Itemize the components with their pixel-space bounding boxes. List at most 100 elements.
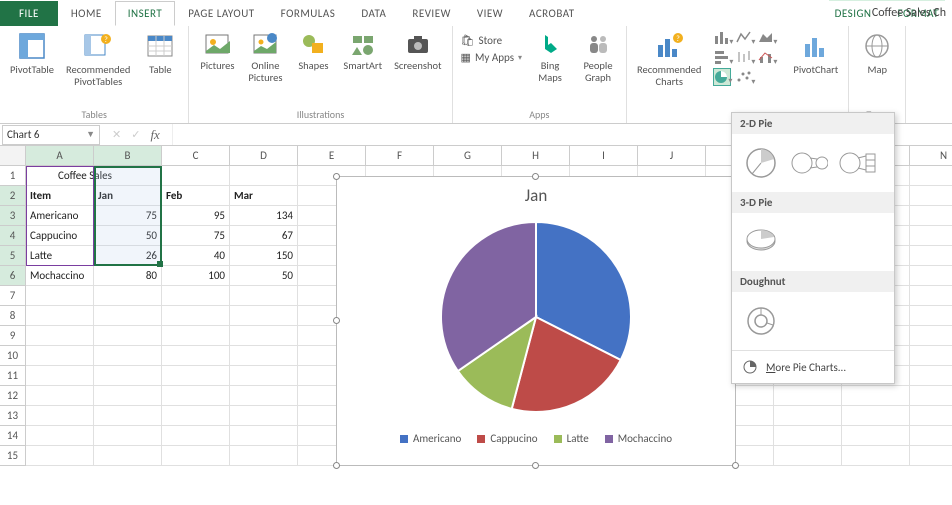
tab-insert[interactable]: INSERT xyxy=(115,1,176,26)
col-header[interactable]: D xyxy=(230,146,298,166)
chevron-down-icon[interactable]: ▼ xyxy=(86,129,95,140)
svg-text:?: ? xyxy=(676,34,680,44)
cell[interactable]: 95 xyxy=(162,206,230,226)
tab-formulas[interactable]: FORMULAS xyxy=(268,1,349,26)
row-header[interactable]: 6 xyxy=(0,266,26,286)
column-chart-button[interactable]: ▾ xyxy=(713,28,731,46)
row-header[interactable]: 8 xyxy=(0,306,26,326)
myapps-button[interactable]: ▦My Apps▾ xyxy=(461,51,522,64)
map-button[interactable]: Map xyxy=(855,28,899,78)
cell[interactable]: 50 xyxy=(94,226,162,246)
row-header[interactable]: 7 xyxy=(0,286,26,306)
chart-title[interactable]: Jan xyxy=(337,177,735,208)
screenshot-button[interactable]: Screenshot xyxy=(390,28,445,74)
col-header[interactable]: J xyxy=(638,146,706,166)
col-header[interactable]: N xyxy=(910,146,952,166)
enter-formula-icon[interactable]: ✓ xyxy=(131,128,140,141)
row-header[interactable]: 14 xyxy=(0,426,26,446)
cell[interactable]: 80 xyxy=(94,266,162,286)
table-button[interactable]: Table xyxy=(138,28,182,78)
doughnut-option[interactable] xyxy=(742,302,780,340)
tab-review[interactable]: REVIEW xyxy=(399,1,464,26)
cell[interactable] xyxy=(230,166,298,186)
cell[interactable]: Mochaccino xyxy=(26,266,94,286)
chart-object[interactable]: Jan Americano Cappucino Latte Mochaccino xyxy=(336,176,736,466)
pivottable-button[interactable]: PivotTable xyxy=(6,28,58,78)
pie-chart-button[interactable]: ▾ xyxy=(713,68,731,86)
cell[interactable]: Item xyxy=(26,186,94,206)
pie-3d-option[interactable] xyxy=(742,223,780,261)
col-header[interactable]: G xyxy=(434,146,502,166)
row-header[interactable]: 10 xyxy=(0,346,26,366)
cell[interactable]: 67 xyxy=(230,226,298,246)
cell[interactable]: 75 xyxy=(94,206,162,226)
cell[interactable]: 26 xyxy=(94,246,162,266)
col-header[interactable]: E xyxy=(298,146,366,166)
row-header[interactable]: 1 xyxy=(0,166,26,186)
cell[interactable]: 40 xyxy=(162,246,230,266)
recommended-pivot-button[interactable]: ? Recommended PivotTables xyxy=(62,28,134,89)
cell[interactable]: 134 xyxy=(230,206,298,226)
ribbon: PivotTable ? Recommended PivotTables Tab… xyxy=(0,26,952,124)
col-header[interactable]: F xyxy=(366,146,434,166)
row-header[interactable]: 2 xyxy=(0,186,26,206)
store-button[interactable]: 🛍Store xyxy=(461,34,522,47)
cell[interactable]: 100 xyxy=(162,266,230,286)
row-header[interactable]: 15 xyxy=(0,446,26,466)
cancel-formula-icon[interactable]: ✕ xyxy=(112,128,121,141)
cell[interactable]: 50 xyxy=(230,266,298,286)
row-header[interactable]: 11 xyxy=(0,366,26,386)
more-pie-charts[interactable]: More Pie Charts... xyxy=(732,350,894,383)
col-header[interactable]: H xyxy=(502,146,570,166)
cell[interactable]: Coffee Sales xyxy=(94,166,162,186)
people-graph-button[interactable]: People Graph xyxy=(576,28,620,85)
bar-of-pie-option[interactable] xyxy=(838,144,876,182)
cell[interactable]: Jan xyxy=(94,186,162,206)
col-header[interactable]: A xyxy=(26,146,94,166)
online-pictures-button[interactable]: Online Pictures xyxy=(243,28,287,85)
cell[interactable]: Americano xyxy=(26,206,94,226)
row-header[interactable]: 4 xyxy=(0,226,26,246)
name-box[interactable]: Chart 6▼ xyxy=(2,125,100,145)
row-header[interactable]: 3 xyxy=(0,206,26,226)
col-header[interactable]: I xyxy=(570,146,638,166)
cell[interactable]: 75 xyxy=(162,226,230,246)
shapes-icon xyxy=(299,30,327,58)
cell[interactable]: 150 xyxy=(230,246,298,266)
tab-acrobat[interactable]: ACROBAT xyxy=(516,1,588,26)
bar-chart-button[interactable]: ▾ xyxy=(713,48,731,66)
pictures-button[interactable]: Pictures xyxy=(195,28,239,74)
cell[interactable]: Mar xyxy=(230,186,298,206)
cell[interactable] xyxy=(162,166,230,186)
recommended-charts-button[interactable]: ? Recommended Charts xyxy=(633,28,705,89)
tab-home[interactable]: HOME xyxy=(58,1,115,26)
smartart-button[interactable]: SmartArt xyxy=(339,28,386,74)
tab-file[interactable]: FILE xyxy=(0,1,58,26)
line-chart-button[interactable]: ▾ xyxy=(735,28,753,46)
shapes-button[interactable]: Shapes xyxy=(291,28,335,74)
stock-chart-button[interactable]: ▾ xyxy=(735,48,753,66)
online-pictures-icon xyxy=(251,30,279,58)
col-header[interactable]: C xyxy=(162,146,230,166)
scatter-chart-button[interactable]: ▾ xyxy=(735,68,753,86)
col-header[interactable]: B xyxy=(94,146,162,166)
cell[interactable]: Feb xyxy=(162,186,230,206)
row-header[interactable]: 13 xyxy=(0,406,26,426)
cell[interactable]: Cappucino xyxy=(26,226,94,246)
area-chart-button[interactable]: ▾ xyxy=(757,28,775,46)
combo-chart-button[interactable]: ▾ xyxy=(757,48,775,66)
bing-maps-button[interactable]: Bing Maps xyxy=(528,28,572,85)
tab-page-layout[interactable]: PAGE LAYOUT xyxy=(175,1,267,26)
tab-view[interactable]: VIEW xyxy=(464,1,516,26)
row-header[interactable]: 5 xyxy=(0,246,26,266)
selection-handle[interactable] xyxy=(157,261,163,267)
pie-2d-option[interactable] xyxy=(742,144,780,182)
row-header[interactable]: 12 xyxy=(0,386,26,406)
tab-data[interactable]: DATA xyxy=(348,1,399,26)
pivotchart-button[interactable]: PivotChart xyxy=(789,28,842,78)
fx-icon[interactable]: fx xyxy=(150,127,159,143)
pie-of-pie-option[interactable] xyxy=(790,144,828,182)
select-all-corner[interactable] xyxy=(0,146,26,166)
cell[interactable]: Latte xyxy=(26,246,94,266)
row-header[interactable]: 9 xyxy=(0,326,26,346)
